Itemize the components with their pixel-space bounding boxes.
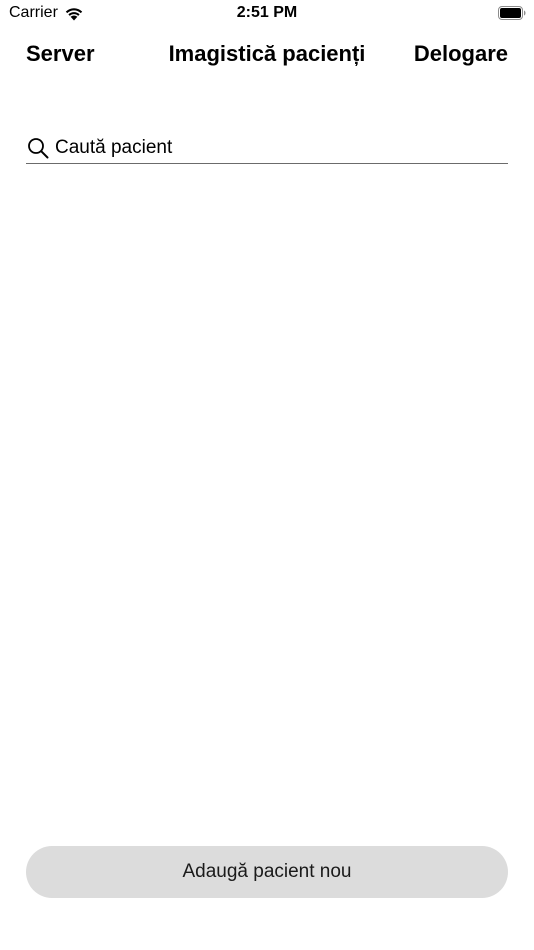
server-button[interactable]: Server (26, 41, 95, 67)
battery-icon (498, 6, 526, 20)
add-patient-button[interactable]: Adaugă pacient nou (26, 846, 508, 898)
status-time: 2:51 PM (236, 4, 298, 21)
logout-button[interactable]: Delogare (414, 41, 508, 67)
search-input[interactable] (55, 133, 508, 162)
search-icon (28, 137, 49, 158)
navigation-bar: Imagistică pacienți Server Delogare (0, 38, 534, 72)
search-bar[interactable] (26, 132, 508, 164)
status-bar: Carrier 2:51 PM (0, 0, 534, 28)
